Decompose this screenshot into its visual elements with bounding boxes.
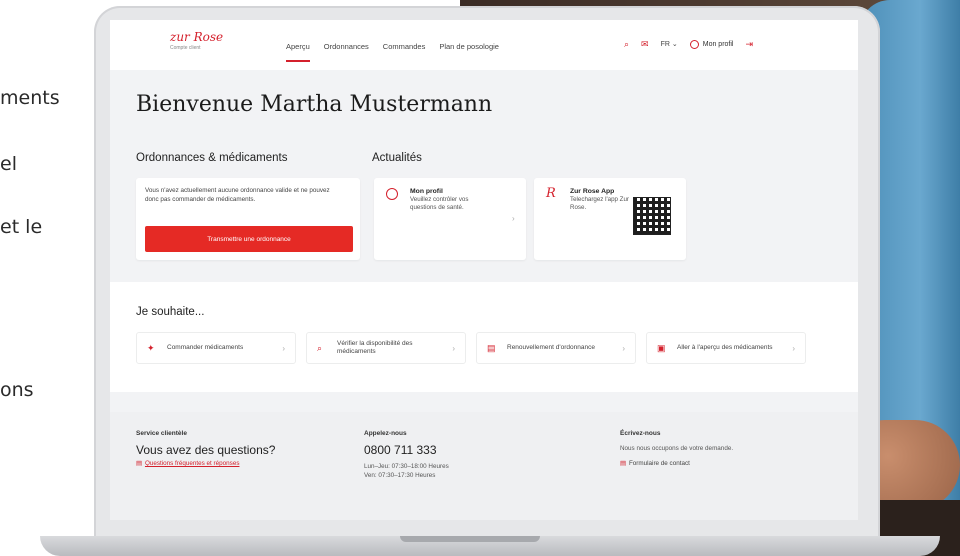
search-icon[interactable]: ⌕ (624, 39, 629, 49)
news-text: Veuillez contrôler vos questions de sant… (410, 196, 469, 211)
laptop-notch (400, 536, 540, 542)
profile-label: Mon profil (702, 40, 734, 48)
action-check-availability[interactable]: ⌕ Vérifier la disponibilité des médicame… (306, 332, 466, 364)
bg-text-fragment: ons (0, 379, 34, 401)
logo[interactable]: zur Rose Compte client (170, 30, 223, 51)
chevron-right-icon: › (622, 344, 625, 353)
chevron-right-icon: › (792, 344, 795, 353)
chevron-right-icon: › (512, 214, 515, 223)
chevron-right-icon: › (452, 344, 455, 353)
page-title: Bienvenue Martha Mustermann (136, 92, 493, 117)
search-icon: ⌕ (317, 343, 323, 353)
language-select[interactable]: FR ⌄ (661, 40, 678, 48)
footer-call: Appelez-nous 0800 711 333 Lun–Jeu: 07:30… (364, 430, 449, 480)
chevron-right-icon: › (282, 344, 285, 353)
ordonnances-card: Vous n'avez actuellement aucune ordonnan… (136, 178, 360, 260)
action-list: ✦ Commander médicaments › ⌕ Vérifier la … (136, 332, 806, 364)
footer: Service clientèle Vous avez des question… (110, 412, 858, 520)
user-icon (689, 39, 699, 49)
action-label: Vérifier la disponibilité des médicament… (337, 340, 413, 355)
footer-label: Écrivez-nous (620, 430, 661, 437)
news-card-app[interactable]: R Zur Rose App Telechargez l'app Zur Ros… (534, 178, 686, 260)
logo-brand: zur Rose (170, 30, 224, 44)
news-body: Mon profil Veuillez contrôler vos questi… (410, 188, 490, 212)
nav-link-plan-posologie[interactable]: Plan de posologie (439, 42, 499, 51)
souhaite-heading: Je souhaite... (136, 306, 205, 318)
laptop-base (40, 536, 940, 556)
mail-icon[interactable]: ✉ (641, 39, 649, 49)
footer-text: Nous nous occupons de votre demande. (620, 445, 734, 452)
list-icon: ▣ (657, 343, 666, 353)
footer-heading: Vous avez des questions? (136, 443, 276, 457)
contact-form-label: Formulaire de contact (628, 459, 690, 467)
phone-number[interactable]: 0800 711 333 (364, 443, 449, 457)
action-medication-overview[interactable]: ▣ Aller à l'aperçu des médicaments › (646, 332, 806, 364)
action-label: Aller à l'aperçu des médicaments (677, 344, 773, 351)
nav-right: ⌕ ✉ FR ⌄ Mon profil ⇥ (624, 39, 753, 49)
faq-link[interactable]: ▤ Questions fréquentes et réponses (136, 460, 275, 467)
profile-link[interactable]: Mon profil (689, 39, 734, 49)
action-label: Commander médicaments (167, 344, 244, 351)
bg-text-fragment: et le (0, 216, 43, 238)
bg-text-fragment: ments (0, 87, 60, 109)
footer-service: Service clientèle Vous avez des question… (136, 430, 275, 467)
nav-link-commandes[interactable]: Commandes (383, 42, 426, 51)
document-icon: ▤ (136, 460, 142, 467)
actualites-heading: Actualités (372, 152, 422, 164)
nav-link-apercu[interactable]: Aperçu (286, 42, 310, 62)
news-text: Telechargez l'app Zur Rose. (570, 196, 629, 211)
action-label: Renouvellement d'ordonnance (507, 344, 595, 351)
footer-write: Écrivez-nous Nous nous occupons de votre… (620, 430, 733, 467)
footer-label: Appelez-nous (364, 430, 407, 437)
news-title: Mon profil (410, 188, 443, 195)
ordonnances-heading: Ordonnances & médicaments (136, 152, 288, 164)
top-nav: zur Rose Compte client Aperçu Ordonnance… (110, 20, 858, 70)
news-title: Zur Rose App (570, 188, 615, 195)
faq-link-label: Questions fréquentes et réponses (144, 460, 240, 467)
laptop-screen: zur Rose Compte client Aperçu Ordonnance… (110, 20, 858, 520)
bg-text-fragment: el (0, 153, 17, 175)
logout-icon[interactable]: ⇥ (745, 39, 753, 49)
nav-links: Aperçu Ordonnances Commandes Plan de pos… (286, 42, 499, 62)
hours-friday: Ven: 07:30–17:30 Heures (364, 471, 436, 479)
pill-icon: ✦ (147, 343, 155, 353)
contact-form-link[interactable]: ▤ Formulaire de contact (620, 460, 733, 467)
footer-label: Service clientèle (136, 430, 187, 437)
rose-logo-icon: R (546, 186, 556, 201)
qr-code[interactable] (633, 197, 671, 235)
ordonnances-message: Vous n'avez actuellement aucune ordonnan… (145, 187, 330, 203)
action-order-medication[interactable]: ✦ Commander médicaments › (136, 332, 296, 364)
news-body: Zur Rose App Telechargez l'app Zur Rose. (570, 188, 630, 212)
document-icon: ▤ (487, 343, 496, 353)
news-card-profile[interactable]: Mon profil Veuillez contrôler vos questi… (374, 178, 526, 260)
hours-weekdays: Lun–Jeu: 07:30–18:00 Heures (364, 463, 449, 470)
document-icon: ▤ (620, 459, 626, 467)
action-renew-prescription[interactable]: ▤ Renouvellement d'ordonnance › (476, 332, 636, 364)
transmit-prescription-button[interactable]: Transmettre une ordonnance (145, 226, 353, 252)
user-icon (386, 188, 398, 200)
nav-link-ordonnances[interactable]: Ordonnances (324, 42, 369, 51)
logo-subtitle: Compte client (170, 45, 201, 51)
